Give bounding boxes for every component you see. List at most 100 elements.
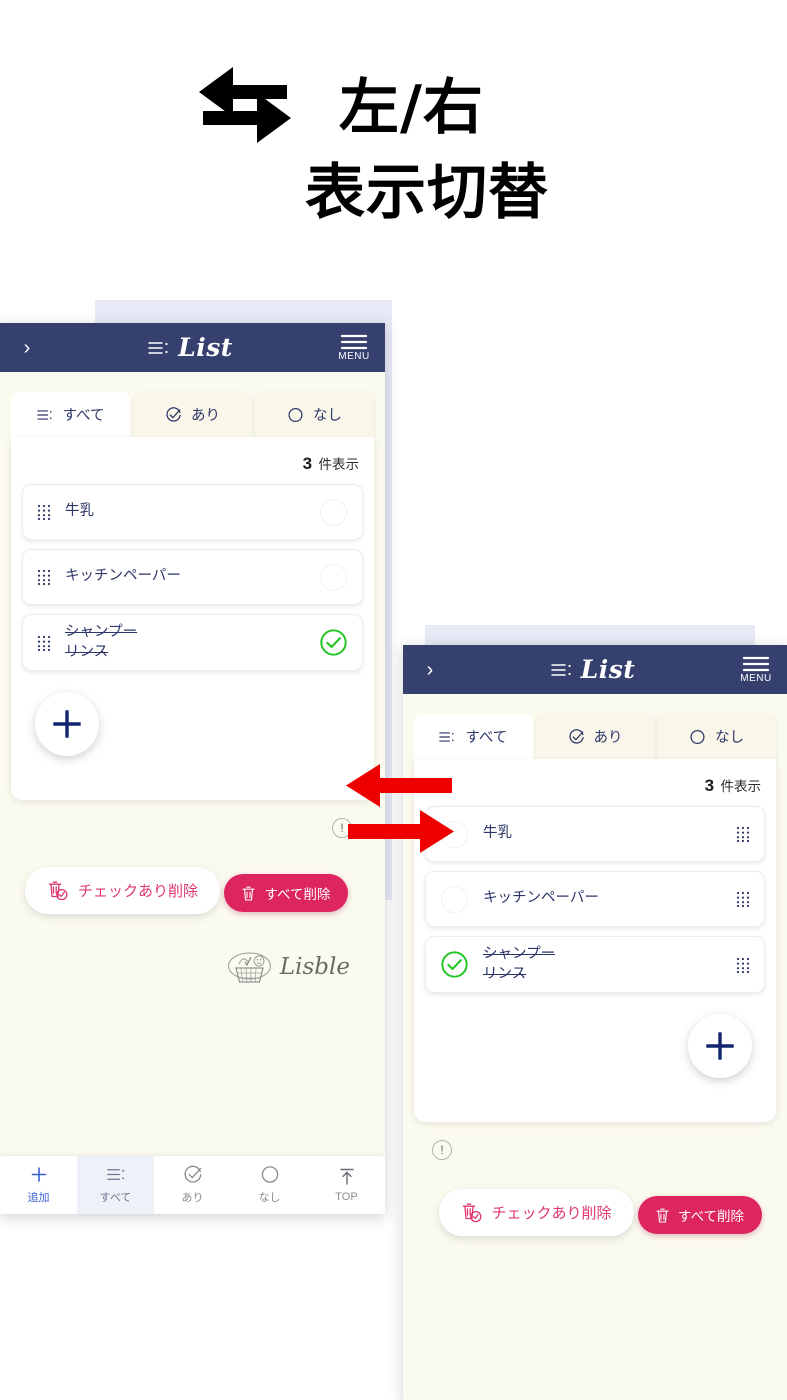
delete-checked-button[interactable]: チェックあり削除 [438,1188,634,1236]
tab-label: あり [593,730,623,746]
delete-checked-label: チェックあり削除 [78,882,199,900]
delete-all-button[interactable]: すべて削除 [637,1196,762,1235]
tab-label: なし [313,408,342,424]
list-item-label: キッチンペーパー [65,568,181,585]
nav-label: 追加 [27,1192,50,1204]
back-chevron-button[interactable]: › [0,338,54,358]
screenshot-root: 左/右 表示切替 › List MENU すべて あり なし 3 件表示 牛乳 … [0,0,787,1400]
trash-icon [656,1208,669,1223]
list-item[interactable]: 牛乳 [22,484,363,540]
check-circle-icon [568,728,584,744]
list-item[interactable]: キッチンペーパー [425,871,765,927]
item-count-number: 3 [302,454,313,473]
drag-handle-icon[interactable] [37,504,51,520]
arrow-right-icon [348,810,454,853]
list-item[interactable]: キッチンペーパー [22,549,363,605]
shopping-basket-icon [227,952,271,983]
fab-area-right [425,1002,765,1106]
brand-mark-left: Lisble [25,914,360,985]
delete-all-label: すべて削除 [677,1209,744,1225]
item-count-unit: 件表示 [720,779,762,794]
phone-mockup-left: › List MENU すべて あり なし 3 件表示 牛乳 キッチンペーパー … [0,323,385,1214]
list-item[interactable]: シャンプー リンス [22,614,363,672]
list-card-right: 3 件表示 牛乳 キッチンペーパー シャンプー リンス [414,759,776,1123]
plus-icon [706,1032,734,1060]
checkbox-checked-icon[interactable] [319,628,348,657]
actions-right: ! チェックあり削除 すべて削除 [414,1122,776,1236]
trash-check-icon [48,881,68,900]
tab-label: すべて [62,408,105,424]
drag-handle-icon[interactable] [37,635,51,651]
nav-item-add[interactable]: 追加 [0,1156,77,1214]
nav-label: TOP [335,1191,358,1203]
check-circle-icon [166,406,181,422]
add-item-fab[interactable] [35,692,99,757]
nav-label: すべて [99,1192,132,1204]
trash-check-icon [462,1203,481,1222]
list-lines-icon [439,731,454,742]
list-item-label: シャンプー リンス [65,624,138,660]
checkbox-checked-icon[interactable] [440,950,469,979]
circle-icon [261,1166,278,1183]
delete-checked-button[interactable]: チェックあり削除 [25,866,221,914]
plus-icon [31,1167,46,1182]
list-lines-icon [36,409,52,420]
tab-label: なし [715,730,745,746]
tab-all[interactable]: すべて [11,392,130,437]
check-circle-icon [184,1165,201,1183]
list-item-label: シャンプー リンス [483,946,556,982]
phone-mockup-right: › List MENU すべて あり なし 3 件表示 牛乳 キッチンペーパー … [403,645,787,1400]
tab-none[interactable]: なし [255,392,374,437]
delete-all-button[interactable]: すべて削除 [224,874,349,913]
back-chevron-button[interactable]: › [403,660,457,680]
nav-item-none[interactable]: なし [231,1156,308,1214]
nav-item-top[interactable]: TOP [308,1156,385,1214]
menu-label: MENU [740,673,772,684]
list-item-label: キッチンペーパー [483,890,599,907]
tab-label: すべて [465,730,508,746]
drag-handle-icon[interactable] [37,569,51,585]
nav-label: あり [181,1192,204,1204]
app-title-text: List [580,655,636,684]
actions-left: ! チェックあり削除 すべて削除 Lisble [11,800,374,985]
hamburger-menu-icon [340,334,368,350]
caption-line-2: 表示切替 [305,158,549,228]
info-row: ! [25,812,360,846]
tab-label: あり [191,408,220,424]
item-count-number: 3 [704,776,715,795]
app-title-text: List [178,333,233,362]
circle-icon [690,729,705,744]
tab-all[interactable]: すべて [414,714,533,759]
info-row: ! [428,1134,762,1168]
list-lines-icon [106,1169,124,1180]
nav-item-all[interactable]: すべて [77,1156,154,1214]
caption-line-1: 左/右 [339,73,484,143]
drag-handle-icon[interactable] [736,891,750,907]
info-exclamation-icon[interactable]: ! [432,1140,452,1161]
menu-button[interactable]: MENU [729,655,787,684]
hamburger-menu-icon [742,656,770,672]
drag-handle-icon[interactable] [736,957,750,973]
tab-checked[interactable]: あり [133,392,252,437]
checkbox-unchecked-icon[interactable] [319,498,348,527]
checkbox-unchecked-icon[interactable] [440,885,469,914]
list-lines-icon [550,663,571,676]
list-item[interactable]: 牛乳 [425,806,765,862]
drag-handle-icon[interactable] [736,826,750,842]
menu-button[interactable]: MENU [327,333,385,362]
nav-item-checked[interactable]: あり [154,1156,231,1214]
tab-none[interactable]: なし [657,714,777,759]
add-item-fab[interactable] [688,1014,752,1079]
body-right: すべて あり なし 3 件表示 牛乳 キッチンペーパー シャンプー リンス ! … [403,694,787,1236]
app-bar-left: › List MENU [0,323,385,372]
app-title: List [54,335,327,360]
item-count: 3 件表示 [22,447,363,484]
caption-block: 左/右 表示切替 [0,55,787,265]
caption-row: 左/右 [195,65,484,151]
tab-checked[interactable]: あり [535,714,655,759]
item-count: 3 件表示 [425,769,765,806]
delete-checked-label: チェックあり削除 [491,1204,612,1222]
menu-label: MENU [338,351,370,362]
checkbox-unchecked-icon[interactable] [319,563,348,592]
list-item[interactable]: シャンプー リンス [425,936,765,994]
